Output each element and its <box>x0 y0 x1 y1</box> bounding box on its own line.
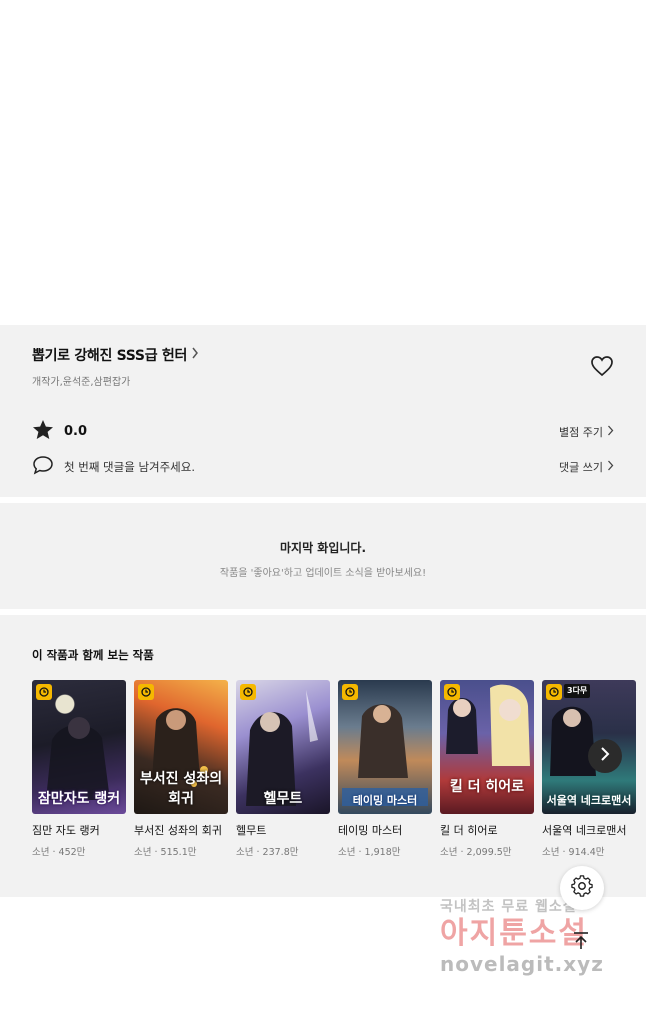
cover-thumbnail: 테이밍 마스터 <box>338 680 432 814</box>
rate-button[interactable]: 별점 주기 <box>559 424 614 440</box>
heart-icon[interactable] <box>590 355 614 377</box>
blank-top-area <box>0 0 646 325</box>
write-comment-button[interactable]: 댓글 쓰기 <box>559 459 614 475</box>
comment-icon <box>32 455 54 479</box>
watermark-url: novelagit.xyz <box>440 952 604 976</box>
card-title: 짐만 자도 랭커 <box>32 824 100 837</box>
clock-icon <box>36 684 52 700</box>
last-episode-title: 마지막 화입니다. <box>279 541 367 555</box>
recommendation-section: 이 작품과 함께 보는 작품 잠만자도 랭커 짐만 자도 랭커 소년 · 452… <box>0 615 646 897</box>
recommendation-card[interactable]: 테이밍 마스터 테이밍 마스터 소년 · 1,918만 <box>338 680 432 858</box>
series-title: 뽑기로 강해진 SSS급 헌터 <box>32 348 188 364</box>
cover-thumbnail: 부서진 성좌의 회귀 <box>134 680 228 814</box>
recommendation-card[interactable]: 3다무 서울역 네크로맨서 서울역 네크로맨서 소년 · 914.4만 <box>542 680 636 858</box>
chevron-right-icon <box>600 746 610 766</box>
series-authors: 개작가,윤석준,삼편잡가 <box>32 377 131 388</box>
chevron-right-icon <box>191 347 199 363</box>
recommendation-heading: 이 작품과 함께 보는 작품 <box>32 648 154 662</box>
rating-value: 0.0 <box>64 424 88 439</box>
recommendation-card[interactable]: 잠만자도 랭커 짐만 자도 랭커 소년 · 452만 <box>32 680 126 858</box>
arrow-up-icon <box>572 931 590 955</box>
card-title: 부서진 성좌의 회귀 <box>134 824 222 837</box>
cover-thumbnail: 킬 더 히어로 <box>440 680 534 814</box>
last-episode-subtitle: 작품을 '좋아요'하고 업데이트 소식을 받아보세요! <box>219 568 427 579</box>
clock-icon <box>342 684 358 700</box>
star-icon <box>32 419 54 444</box>
cover-title-art: 잠만자도 랭커 <box>37 791 121 807</box>
comment-row: 첫 번째 댓글을 남겨주세요. 댓글 쓰기 <box>32 455 614 479</box>
watermark-brand: 아지툰소설 <box>440 916 588 951</box>
carousel-next-button[interactable] <box>588 739 622 773</box>
card-meta: 소년 · 515.1만 <box>134 847 197 858</box>
recommendation-list: 잠만자도 랭커 짐만 자도 랭커 소년 · 452만 부서진 성좌의 회귀 부서… <box>32 680 646 858</box>
card-meta: 소년 · 452만 <box>32 847 86 858</box>
card-title: 테이밍 마스터 <box>338 824 403 837</box>
cover-title-art: 부서진 성좌의 회귀 <box>139 771 223 807</box>
recommendation-card[interactable]: 부서진 성좌의 회귀 부서진 성좌의 회귀 소년 · 515.1만 <box>134 680 228 858</box>
recommendation-card[interactable]: 킬 더 히어로 킬 더 히어로 소년 · 2,099.5만 <box>440 680 534 858</box>
cover-title-art: 킬 더 히어로 <box>449 779 525 795</box>
scroll-top-button[interactable] <box>566 928 596 958</box>
card-title: 헬무트 <box>236 824 267 837</box>
card-title: 킬 더 히어로 <box>440 824 498 837</box>
free-badge: 3다무 <box>564 684 591 698</box>
card-meta: 소년 · 2,099.5만 <box>440 847 512 858</box>
chevron-right-icon <box>607 425 614 439</box>
settings-button[interactable] <box>560 866 604 910</box>
recommendation-card[interactable]: 헬무트 헬무트 소년 · 237.8만 <box>236 680 330 858</box>
card-meta: 소년 · 1,918만 <box>338 847 401 858</box>
gear-icon <box>571 875 593 901</box>
series-title-link[interactable]: 뽑기로 강해진 SSS급 헌터 <box>32 345 614 365</box>
watermark-tagline: 국내최초 무료 웹소설 <box>440 899 577 915</box>
site-watermark: 국내최초 무료 웹소설 아지툰소설 novelagit.xyz <box>440 896 630 976</box>
clock-icon <box>138 684 154 700</box>
cover-title-art: 테이밍 마스터 <box>352 794 418 807</box>
card-meta: 소년 · 237.8만 <box>236 847 299 858</box>
cover-title-art: 헬무트 <box>263 791 303 807</box>
clock-icon <box>546 684 562 700</box>
comment-prompt: 첫 번째 댓글을 남겨주세요. <box>64 460 196 474</box>
clock-icon <box>240 684 256 700</box>
card-meta: 소년 · 914.4만 <box>542 847 605 858</box>
chevron-right-icon <box>607 460 614 474</box>
rate-button-label: 별점 주기 <box>559 425 603 439</box>
cover-thumbnail: 잠만자도 랭커 <box>32 680 126 814</box>
last-episode-notice: 마지막 화입니다. 작품을 '좋아요'하고 업데이트 소식을 받아보세요! <box>0 503 646 609</box>
write-comment-label: 댓글 쓰기 <box>559 461 603 474</box>
cover-thumbnail: 헬무트 <box>236 680 330 814</box>
rating-row: 0.0 별점 주기 <box>32 419 614 444</box>
card-title: 서울역 네크로맨서 <box>542 824 627 837</box>
clock-icon <box>444 684 460 700</box>
cover-title-art: 서울역 네크로맨서 <box>546 794 632 807</box>
series-info-card: 뽑기로 강해진 SSS급 헌터 개작가,윤석준,삼편잡가 0.0 별점 주기 첫… <box>0 325 646 497</box>
